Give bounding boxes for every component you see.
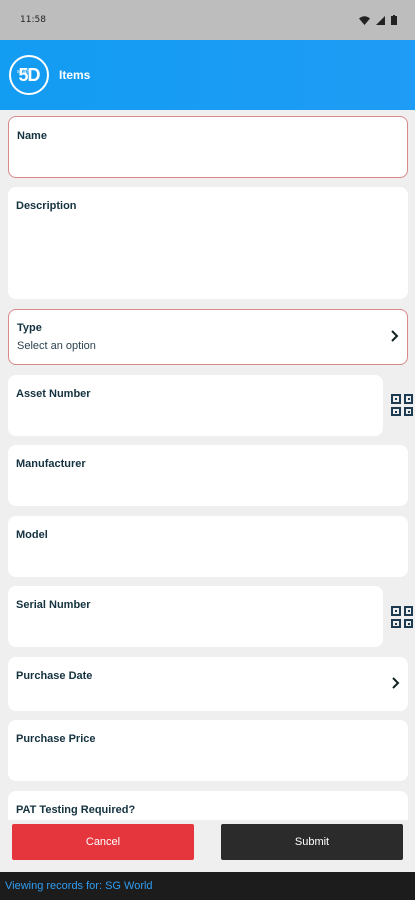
model-field[interactable]: Model — [8, 516, 408, 577]
type-label: Type — [17, 322, 42, 334]
purchase-price-field[interactable]: Purchase Price — [8, 720, 408, 781]
action-bar: Cancel Submit — [0, 820, 415, 868]
model-label: Model — [16, 529, 48, 541]
purchase-date-field[interactable]: Purchase Date — [8, 657, 408, 711]
asset-number-field[interactable]: Asset Number — [8, 375, 383, 436]
purchase-date-label: Purchase Date — [16, 670, 93, 682]
pat-testing-label: PAT Testing Required? — [16, 804, 136, 816]
logo-small-text: smart — [17, 69, 30, 75]
asset-number-qr-scan-icon[interactable] — [391, 394, 413, 416]
serial-number-qr-scan-icon[interactable] — [391, 606, 413, 628]
chevron-right-icon — [391, 329, 399, 345]
manufacturer-label: Manufacturer — [16, 458, 86, 470]
type-placeholder: Select an option — [17, 340, 96, 352]
manufacturer-field[interactable]: Manufacturer — [8, 445, 408, 506]
signal-icon — [376, 15, 385, 25]
type-select[interactable]: Type Select an option — [8, 309, 408, 365]
description-label: Description — [16, 200, 77, 212]
serial-number-label: Serial Number — [16, 599, 91, 611]
footer-banner: Viewing records for: SG World — [0, 872, 415, 900]
status-bar: 11:58 — [0, 0, 415, 40]
asset-number-label: Asset Number — [16, 388, 91, 400]
battery-icon — [391, 15, 397, 25]
app-bar: smart 5D Items — [0, 40, 415, 110]
purchase-price-label: Purchase Price — [16, 733, 96, 745]
chevron-right-icon — [392, 676, 400, 692]
footer-text: Viewing records for: SG World — [5, 880, 153, 892]
wifi-icon — [359, 15, 370, 25]
pat-testing-field[interactable]: PAT Testing Required? — [8, 791, 408, 820]
status-icons — [359, 15, 397, 25]
cancel-button[interactable]: Cancel — [12, 824, 194, 860]
status-time: 11:58 — [20, 15, 46, 25]
name-field[interactable]: Name — [8, 116, 408, 178]
page-title: Items — [59, 68, 91, 82]
submit-button[interactable]: Submit — [221, 824, 403, 860]
form-content[interactable]: Name Description Type Select an option A… — [0, 110, 415, 820]
name-label: Name — [17, 130, 47, 142]
description-field[interactable]: Description — [8, 187, 408, 299]
logo-text: 5D — [18, 64, 40, 85]
serial-number-field[interactable]: Serial Number — [8, 586, 383, 647]
app-logo: smart 5D — [9, 55, 49, 95]
